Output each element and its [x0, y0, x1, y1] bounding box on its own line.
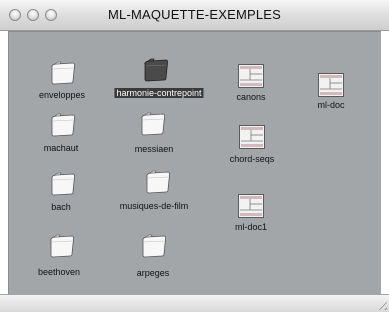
- folder-icon: [141, 234, 166, 258]
- folder-label: beethoven: [37, 267, 81, 277]
- folder-icon: [50, 172, 75, 196]
- status-bar: [0, 294, 389, 312]
- document-label: chord-seqs: [229, 154, 275, 164]
- folder-label: machaut: [43, 143, 79, 153]
- folder-icon: [145, 170, 170, 194]
- folder-label: messiaen: [134, 144, 174, 154]
- folder-label: bach: [51, 202, 71, 212]
- title-bar[interactable]: ML-MAQUETTE-EXEMPLES: [0, 0, 389, 31]
- folder-label: musiques-de-film: [119, 201, 189, 211]
- maquette-document-icon: [318, 73, 344, 97]
- folder-label: harmonie-contrepoint: [114, 88, 204, 98]
- resize-grip-icon[interactable]: [375, 298, 387, 310]
- finder-window: ML-MAQUETTE-EXEMPLES enveloppes harmonie…: [0, 0, 389, 312]
- folder-icon: [50, 61, 75, 85]
- document-label: ml-doc: [317, 100, 345, 110]
- folder-label: enveloppes: [38, 90, 86, 100]
- maquette-document-icon: [238, 194, 264, 218]
- folder-icon: [49, 234, 74, 258]
- folder-icon: [140, 112, 165, 136]
- window-title: ML-MAQUETTE-EXEMPLES: [107, 7, 282, 22]
- maquette-document-icon: [238, 64, 264, 88]
- document-label: canons: [236, 92, 266, 102]
- document-label: ml-doc1: [234, 222, 268, 232]
- folder-icon: [50, 113, 75, 137]
- icon-view: enveloppes harmonie-contrepoint machaut …: [8, 31, 381, 294]
- maquette-document-icon: [239, 125, 265, 149]
- folder-label: arpeges: [136, 268, 170, 278]
- folder-icon: [143, 58, 168, 82]
